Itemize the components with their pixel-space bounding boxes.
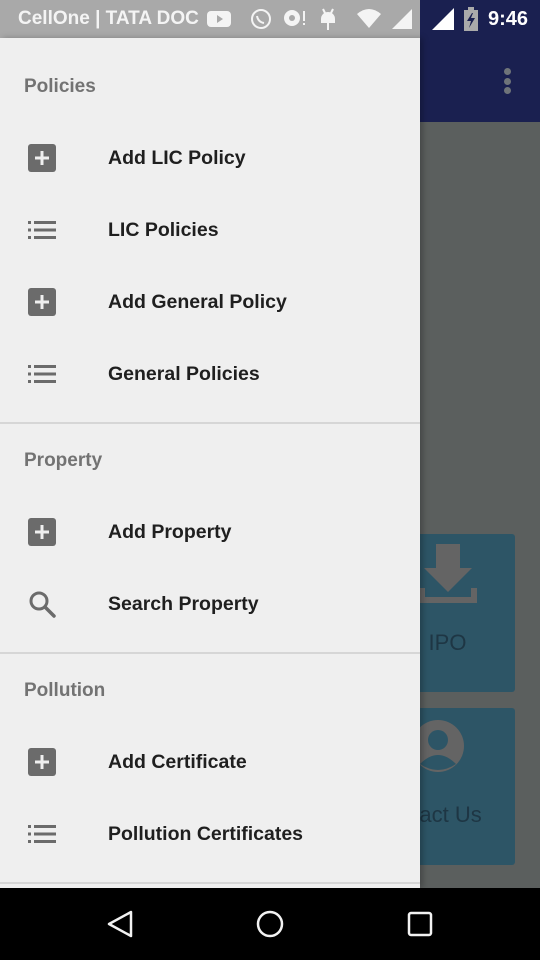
nav-item-add-certificate[interactable]: Add Certificate [0, 726, 420, 798]
recents-button[interactable] [398, 904, 442, 944]
nav-item-label: Add Property [108, 520, 232, 543]
carrier-label: CellOne | TATA DOC [18, 8, 199, 29]
search-icon [28, 590, 56, 618]
nav-item-general-policies[interactable]: General Policies [0, 338, 420, 410]
list-icon [28, 360, 56, 388]
nav-item-label: Add Certificate [108, 750, 247, 773]
back-icon [107, 910, 133, 938]
nav-item-label: Pollution Certificates [108, 822, 304, 845]
add-box-icon [28, 748, 56, 776]
nav-item-label: Add LIC Policy [108, 146, 246, 169]
home-button[interactable] [248, 904, 292, 944]
nav-item-pollution-certificates[interactable]: Pollution Certificates [0, 798, 420, 870]
nav-item-label: Add General Policy [108, 290, 287, 313]
add-box-icon [28, 518, 56, 546]
nav-item-add-general-policy[interactable]: Add General Policy [0, 266, 420, 338]
add-box-icon [28, 144, 56, 172]
list-icon [28, 820, 56, 848]
android-icon [321, 8, 335, 30]
nav-item-lic-policies[interactable]: LIC Policies [0, 194, 420, 266]
navigation-drawer: Policies Add LIC Policy LIC Policies Add… [0, 38, 420, 888]
youtube-icon [206, 11, 231, 27]
more-vert-icon[interactable] [496, 64, 518, 98]
status-bar: CellOne | TATA DOC 9:46 [0, 0, 540, 38]
nav-item-label: General Policies [108, 362, 260, 385]
home-icon [256, 910, 284, 938]
signal-icon [392, 9, 412, 29]
nav-item-search-property[interactable]: Search Property [0, 568, 420, 640]
recents-icon [407, 911, 433, 937]
divider [0, 422, 420, 424]
nav-item-add-lic-policy[interactable]: Add LIC Policy [0, 122, 420, 194]
section-header-pollution: Pollution [24, 680, 106, 701]
divider [0, 882, 420, 884]
section-header-policies: Policies [24, 76, 96, 97]
wifi-icon [357, 9, 381, 28]
divider [0, 652, 420, 654]
nav-item-label: LIC Policies [108, 218, 219, 241]
whatsapp-icon [251, 9, 271, 29]
back-button[interactable] [98, 904, 142, 944]
download-icon [419, 544, 477, 603]
chat-alert-icon [284, 10, 305, 26]
nav-item-label: Search Property [108, 592, 259, 615]
add-box-icon [28, 288, 56, 316]
list-icon [28, 216, 56, 244]
system-nav-bar [0, 888, 540, 960]
nav-item-add-property[interactable]: Add Property [0, 496, 420, 568]
battery-charging-icon [463, 7, 478, 31]
section-header-property: Property [24, 450, 103, 471]
signal-icon [431, 8, 454, 30]
clock: 9:46 [487, 7, 528, 30]
